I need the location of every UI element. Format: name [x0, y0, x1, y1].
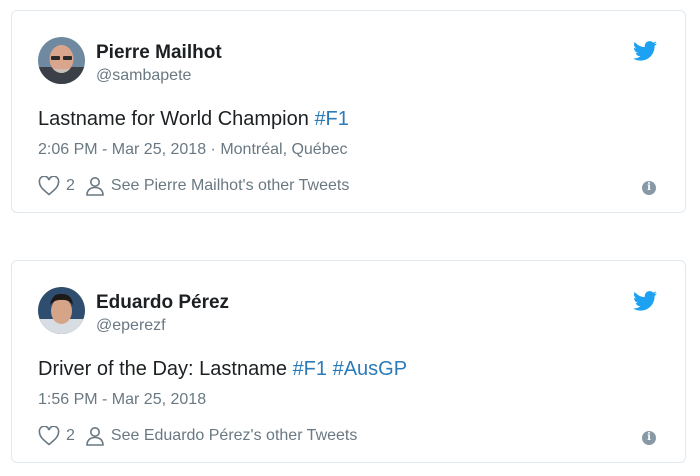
timestamp-link[interactable]: 2:06 PM - Mar 25, 2018 — [38, 141, 206, 158]
timestamp-link[interactable]: 1:56 PM - Mar 25, 2018 — [38, 391, 206, 408]
tweet-card[interactable]: Eduardo Pérez @eperezf Driver of the Day… — [11, 260, 686, 463]
heart-icon[interactable] — [38, 426, 60, 446]
hashtag-link[interactable]: #F1 — [293, 358, 327, 380]
tweet-text-segment: Lastname for World Champion — [38, 108, 315, 130]
tweet-card[interactable]: Pierre Mailhot @sambapete Lastname for W… — [11, 10, 686, 213]
author-avatar[interactable] — [38, 287, 85, 334]
person-icon — [86, 177, 104, 196]
tweet-actions: 2 See Eduardo Pérez's other Tweets — [38, 426, 357, 446]
tweet-text: Driver of the Day: Lastname #F1 #AusGP — [38, 358, 407, 381]
young-man-avatar-icon — [38, 287, 85, 334]
tweet-meta: 1:56 PM - Mar 25, 2018 — [38, 391, 206, 409]
like-count[interactable]: 2 — [66, 427, 75, 445]
location-link[interactable]: Montréal, Québec — [220, 141, 347, 158]
tweet-text: Lastname for World Champion #F1 — [38, 108, 349, 131]
info-icon[interactable]: i — [642, 431, 656, 445]
person-icon — [86, 427, 104, 446]
info-icon[interactable]: i — [642, 181, 656, 195]
author-handle[interactable]: @sambapete — [96, 67, 191, 85]
tweet-meta: 2:06 PM - Mar 25, 2018 · Montréal, Québe… — [38, 141, 348, 159]
meta-separator: · — [206, 141, 221, 158]
tweet-text-segment: Driver of the Day: Lastname — [38, 358, 293, 380]
bald-man-avatar-icon — [38, 37, 85, 84]
like-count[interactable]: 2 — [66, 177, 75, 195]
author-avatar[interactable] — [38, 37, 85, 84]
see-other-tweets-link[interactable]: See Eduardo Pérez's other Tweets — [111, 427, 357, 445]
heart-icon[interactable] — [38, 176, 60, 196]
author-name[interactable]: Pierre Mailhot — [96, 42, 222, 64]
twitter-bird-icon[interactable] — [633, 41, 657, 61]
author-name[interactable]: Eduardo Pérez — [96, 292, 229, 314]
hashtag-link[interactable]: #F1 — [314, 108, 348, 130]
hashtag-link[interactable]: #AusGP — [333, 358, 407, 380]
tweet-actions: 2 See Pierre Mailhot's other Tweets — [38, 176, 349, 196]
author-handle[interactable]: @eperezf — [96, 317, 166, 335]
twitter-bird-icon[interactable] — [633, 291, 657, 311]
see-other-tweets-link[interactable]: See Pierre Mailhot's other Tweets — [111, 177, 349, 195]
